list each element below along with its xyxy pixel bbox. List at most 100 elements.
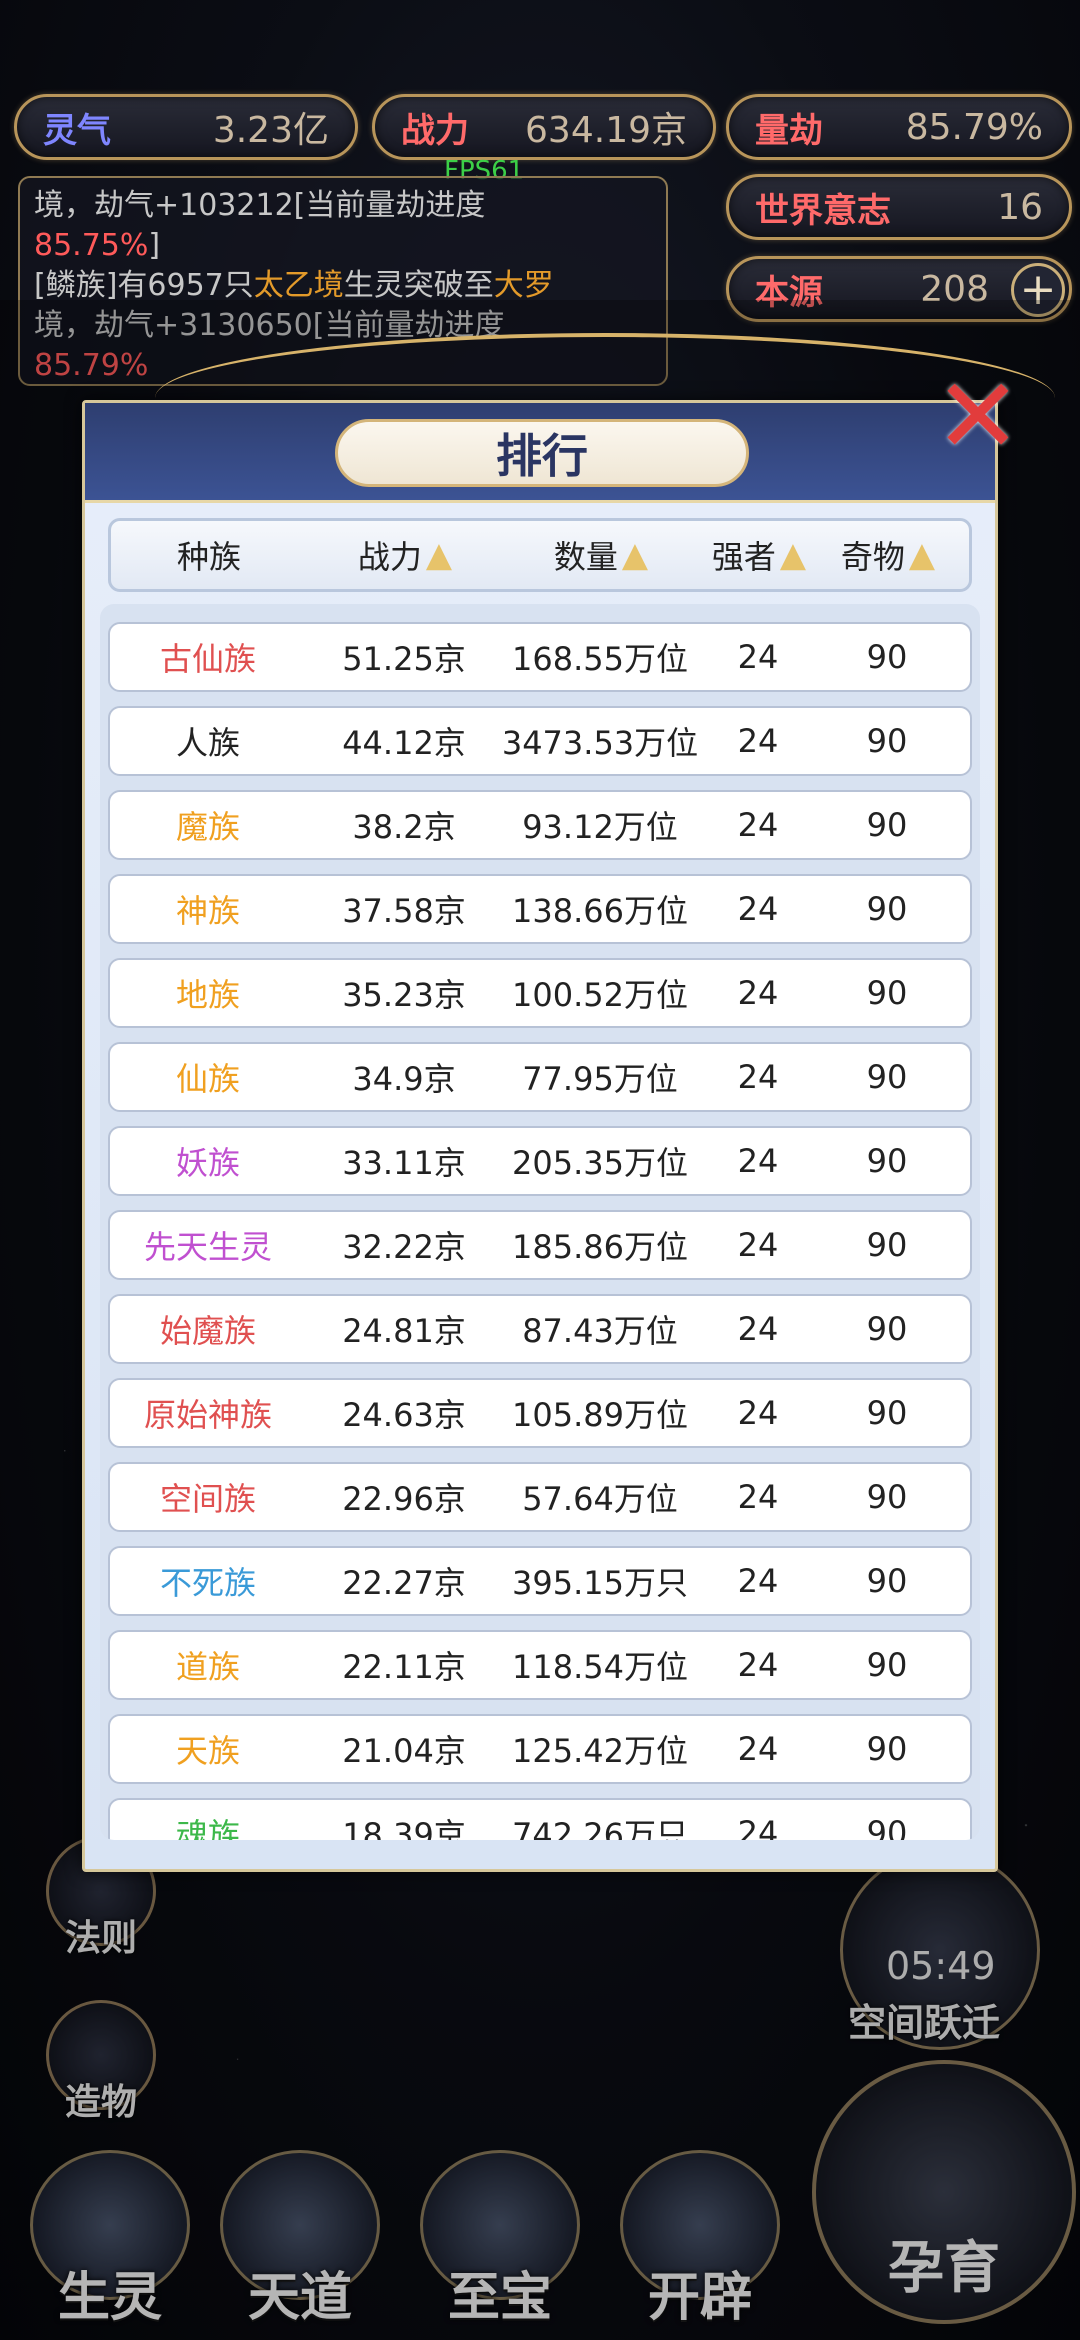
race-name: 魔族 <box>175 808 240 846</box>
zhanli-label: 战力 <box>401 110 469 151</box>
race-relic: 90 <box>866 638 908 676</box>
race-relic: 90 <box>866 1310 908 1348</box>
race-name: 原始神族 <box>143 1396 272 1434</box>
race-relic: 90 <box>866 1058 908 1096</box>
ranking-row[interactable]: 魔族 38.2京 93.12万位 24 90 <box>108 790 972 860</box>
race-power: 35.23京 <box>342 976 466 1014</box>
log-bracket: ] <box>148 228 161 263</box>
race-relic: 90 <box>866 806 908 844</box>
race-name: 空间族 <box>159 1480 256 1518</box>
race-power: 38.2京 <box>352 808 456 846</box>
ranking-row[interactable]: 古仙族 51.25京 168.55万位 24 90 <box>108 622 972 692</box>
race-relic: 90 <box>866 1814 908 1840</box>
ranking-row[interactable]: 仙族 34.9京 77.95万位 24 90 <box>108 1042 972 1112</box>
ranking-row[interactable]: 原始神族 24.63京 105.89万位 24 90 <box>108 1378 972 1448</box>
log-line-2b: 太乙境 <box>253 268 344 303</box>
race-count: 100.52万位 <box>512 976 688 1014</box>
race-strong: 24 <box>737 806 779 844</box>
column-power[interactable]: 战力 ▲ <box>307 532 503 578</box>
liangjie-value: 85.79% <box>905 106 1043 148</box>
close-icon[interactable]: ✕ <box>926 364 1030 468</box>
log-line-2c: 生灵突破至 <box>343 268 494 303</box>
column-count[interactable]: 数量 ▲ <box>503 532 699 578</box>
column-relic[interactable]: 奇物 ▲ <box>819 532 957 578</box>
race-relic: 90 <box>866 1562 908 1600</box>
ranking-row[interactable]: 道族 22.11京 118.54万位 24 90 <box>108 1630 972 1700</box>
race-count: 138.66万位 <box>512 892 688 930</box>
ranking-column-header: 种族 战力 ▲ 数量 ▲ 强者 ▲ 奇物 ▲ <box>108 518 972 592</box>
race-strong: 24 <box>737 1226 779 1264</box>
race-relic: 90 <box>866 1646 908 1684</box>
column-strong[interactable]: 强者 ▲ <box>699 532 819 578</box>
race-strong: 24 <box>737 1646 779 1684</box>
race-strong: 24 <box>737 1730 779 1768</box>
race-count: 742.26万只 <box>512 1816 688 1840</box>
ranking-list[interactable]: 古仙族 51.25京 168.55万位 24 90 人族 44.12京 3473.53万位 24… <box>100 604 980 1840</box>
race-count: 185.86万位 <box>512 1228 688 1266</box>
race-count: 77.95万位 <box>522 1060 678 1098</box>
race-relic: 90 <box>866 1226 908 1264</box>
race-relic: 90 <box>866 974 908 1012</box>
race-count: 118.54万位 <box>512 1648 688 1686</box>
modal-header: 排行 <box>85 403 995 503</box>
race-name: 古仙族 <box>159 640 256 678</box>
ranking-row[interactable]: 妖族 33.11京 205.35万位 24 90 <box>108 1126 972 1196</box>
zhanli-stat[interactable]: 战力 634.19京 <box>372 94 716 160</box>
shijie-stat[interactable]: 世界意志 16 <box>726 174 1072 240</box>
race-count: 87.43万位 <box>522 1312 678 1350</box>
race-name: 不死族 <box>159 1564 256 1602</box>
ranking-row[interactable]: 魂族 18.39京 742.26万只 24 90 <box>108 1798 972 1840</box>
ranking-row[interactable]: 人族 44.12京 3473.53万位 24 90 <box>108 706 972 776</box>
ranking-row[interactable]: 地族 35.23京 100.52万位 24 90 <box>108 958 972 1028</box>
race-relic: 90 <box>866 1730 908 1768</box>
race-power: 51.25京 <box>342 640 466 678</box>
race-count: 205.35万位 <box>512 1144 688 1182</box>
sort-arrow-icon: ▲ <box>425 535 453 575</box>
race-power: 18.39京 <box>342 1816 466 1840</box>
race-name: 仙族 <box>175 1060 240 1098</box>
ranking-row[interactable]: 神族 37.58京 138.66万位 24 90 <box>108 874 972 944</box>
log-progress-1: 85.75% <box>34 228 149 263</box>
race-name: 妖族 <box>175 1144 240 1182</box>
shijie-value: 16 <box>997 186 1043 228</box>
liangjie-stat[interactable]: 量劫 85.79% <box>726 94 1072 160</box>
race-count: 57.64万位 <box>522 1480 678 1518</box>
zhanli-value: 634.19京 <box>525 110 687 151</box>
modal-title: 排行 <box>335 419 749 487</box>
race-power: 22.11京 <box>342 1648 466 1686</box>
race-strong: 24 <box>737 1814 779 1840</box>
race-name: 道族 <box>175 1648 240 1686</box>
race-power: 37.58京 <box>342 892 466 930</box>
race-power: 33.11京 <box>342 1144 466 1182</box>
race-power: 22.27京 <box>342 1564 466 1602</box>
race-power: 24.81京 <box>342 1312 466 1350</box>
race-relic: 90 <box>866 1478 908 1516</box>
race-power: 22.96京 <box>342 1480 466 1518</box>
race-name: 地族 <box>175 976 240 1014</box>
race-power: 24.63京 <box>342 1396 466 1434</box>
column-race: 种族 <box>176 538 241 576</box>
race-strong: 24 <box>737 638 779 676</box>
shijie-label: 世界意志 <box>755 190 891 231</box>
ranking-row[interactable]: 天族 21.04京 125.42万位 24 90 <box>108 1714 972 1784</box>
ranking-row[interactable]: 空间族 22.96京 57.64万位 24 90 <box>108 1462 972 1532</box>
log-line-2a: [鳞族]有6957只 <box>34 268 254 303</box>
log-line-1: 境，劫气+103212[当前量劫进度 <box>34 188 486 223</box>
race-strong: 24 <box>737 1394 779 1432</box>
race-name: 神族 <box>175 892 240 930</box>
ranking-row[interactable]: 先天生灵 32.22京 185.86万位 24 90 <box>108 1210 972 1280</box>
race-strong: 24 <box>737 1058 779 1096</box>
race-count: 395.15万只 <box>512 1564 688 1602</box>
ranking-row[interactable]: 始魔族 24.81京 87.43万位 24 90 <box>108 1294 972 1364</box>
race-count: 125.42万位 <box>512 1732 688 1770</box>
race-relic: 90 <box>866 1394 908 1432</box>
race-strong: 24 <box>737 722 779 760</box>
race-power: 21.04京 <box>342 1732 466 1770</box>
race-count: 93.12万位 <box>522 808 678 846</box>
race-name: 先天生灵 <box>143 1228 272 1266</box>
race-name: 始魔族 <box>159 1312 256 1350</box>
lingqi-value: 3.23亿 <box>212 110 329 151</box>
race-strong: 24 <box>737 974 779 1012</box>
lingqi-stat[interactable]: 灵气 3.23亿 <box>14 94 358 160</box>
ranking-row[interactable]: 不死族 22.27京 395.15万只 24 90 <box>108 1546 972 1616</box>
